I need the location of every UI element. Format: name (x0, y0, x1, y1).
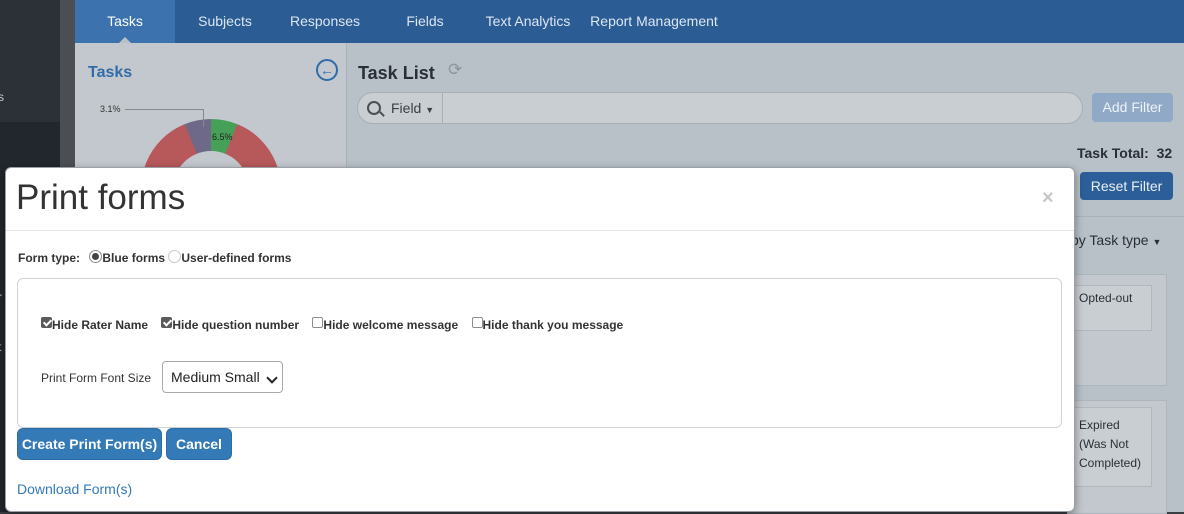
field-dropdown-label: Field (391, 100, 422, 116)
status-card-label: Opted-out (1079, 291, 1133, 305)
download-forms-link[interactable]: Download Form(s) (17, 481, 132, 497)
checkbox-hide-question-number[interactable] (161, 317, 173, 328)
radio-user-defined-forms-label[interactable]: User-defined forms (181, 251, 291, 265)
reset-filter-button[interactable]: Reset Filter (1080, 172, 1173, 200)
form-type-label: Form type: (18, 251, 81, 265)
print-options-checkboxes: Hide Rater Name Hide question number Hid… (41, 317, 633, 332)
refresh-icon[interactable]: ⟳ (448, 60, 462, 80)
chevron-down-icon (266, 372, 278, 384)
search-icon (367, 101, 381, 115)
status-card-label: Expired (1079, 418, 1120, 432)
task-list-title: Task List (358, 63, 435, 83)
sidebar-fragment: r (0, 290, 2, 304)
status-card-expired[interactable]: Expired (Was Not Completed) (1067, 400, 1167, 514)
modal-header: Print forms × (6, 168, 1074, 231)
sidebar-band (0, 0, 60, 122)
tab-tasks[interactable]: Tasks (75, 0, 175, 43)
checkbox-item: Hide Rater Name (41, 317, 148, 332)
checkbox-hide-thank-you-message[interactable] (471, 317, 483, 328)
checkbox-label[interactable]: Hide welcome message (323, 318, 458, 332)
top-navigation: Tasks Subjects Responses Fields Text Ana… (75, 0, 1184, 43)
checkbox-hide-rater-name[interactable] (41, 317, 52, 328)
checkbox-label[interactable]: Hide Rater Name (52, 318, 148, 332)
checkbox-label[interactable]: Hide thank you message (483, 318, 624, 332)
task-total-label: Task Total: (1077, 145, 1149, 161)
tab-subjects[interactable]: Subjects (185, 0, 265, 43)
chart-leader-line (203, 109, 204, 127)
chart-data-label: 6.5% (212, 132, 233, 142)
create-print-forms-button[interactable]: Create Print Form(s) (17, 428, 162, 460)
chart-leader-line (125, 109, 203, 110)
sidebar-fragment: t (0, 340, 1, 354)
tab-text-analytics[interactable]: Text Analytics (478, 0, 578, 43)
cancel-button[interactable]: Cancel (166, 428, 232, 460)
sidebar-fragment: s (0, 90, 4, 104)
status-card-opted-out[interactable]: Opted-out (1067, 274, 1167, 386)
field-dropdown[interactable]: Field ▼ (391, 93, 434, 123)
print-forms-modal: Print forms × Form type: Blue forms User… (5, 167, 1075, 512)
checkbox-hide-welcome-message[interactable] (312, 317, 324, 328)
status-card-label: Completed) (1079, 456, 1142, 470)
radio-blue-forms-label[interactable]: Blue forms (102, 251, 165, 265)
checkbox-label[interactable]: Hide question number (172, 318, 299, 332)
status-card-label-box: Expired (Was Not Completed) (1072, 407, 1152, 487)
filter-separator (442, 93, 443, 123)
radio-user-defined-forms[interactable] (168, 250, 182, 263)
radio-blue-forms[interactable] (89, 250, 103, 263)
close-icon[interactable]: × (1042, 188, 1054, 208)
status-card-label: (Was Not (1079, 437, 1129, 451)
caret-down-icon: ▼ (425, 105, 435, 115)
status-card-label-box: Opted-out (1072, 285, 1152, 331)
collapse-back-icon[interactable]: ← (316, 59, 338, 81)
filter-search-bar[interactable]: Field ▼ (357, 92, 1083, 124)
tab-fields[interactable]: Fields (395, 0, 455, 43)
form-type-group: Form type: Blue forms User-defined forms (18, 250, 291, 265)
chart-data-label: 3.1% (100, 104, 121, 114)
print-options-box: Hide Rater Name Hide question number Hid… (17, 278, 1062, 428)
task-total-value: 32 (1156, 145, 1173, 161)
group-by-label: by Task type (1071, 232, 1149, 248)
caret-down-icon: ▼ (1152, 237, 1162, 247)
checkbox-item: Hide thank you message (471, 317, 624, 332)
tab-responses[interactable]: Responses (280, 0, 370, 43)
font-size-select-value: Medium Small (171, 369, 260, 385)
task-total: Task Total: 32 (1077, 145, 1172, 161)
tasks-panel-title: Tasks (88, 64, 133, 81)
modal-title: Print forms (16, 178, 186, 217)
font-size-select[interactable]: Medium Small (162, 361, 283, 393)
checkbox-item: Hide welcome message (312, 317, 458, 332)
checkbox-item: Hide question number (161, 317, 299, 332)
font-size-label: Print Form Font Size (41, 371, 152, 385)
add-filter-button[interactable]: Add Filter (1092, 93, 1173, 122)
group-by-dropdown[interactable]: by Task type ▼ (1071, 232, 1161, 248)
tab-report-management[interactable]: Report Management (587, 0, 721, 43)
